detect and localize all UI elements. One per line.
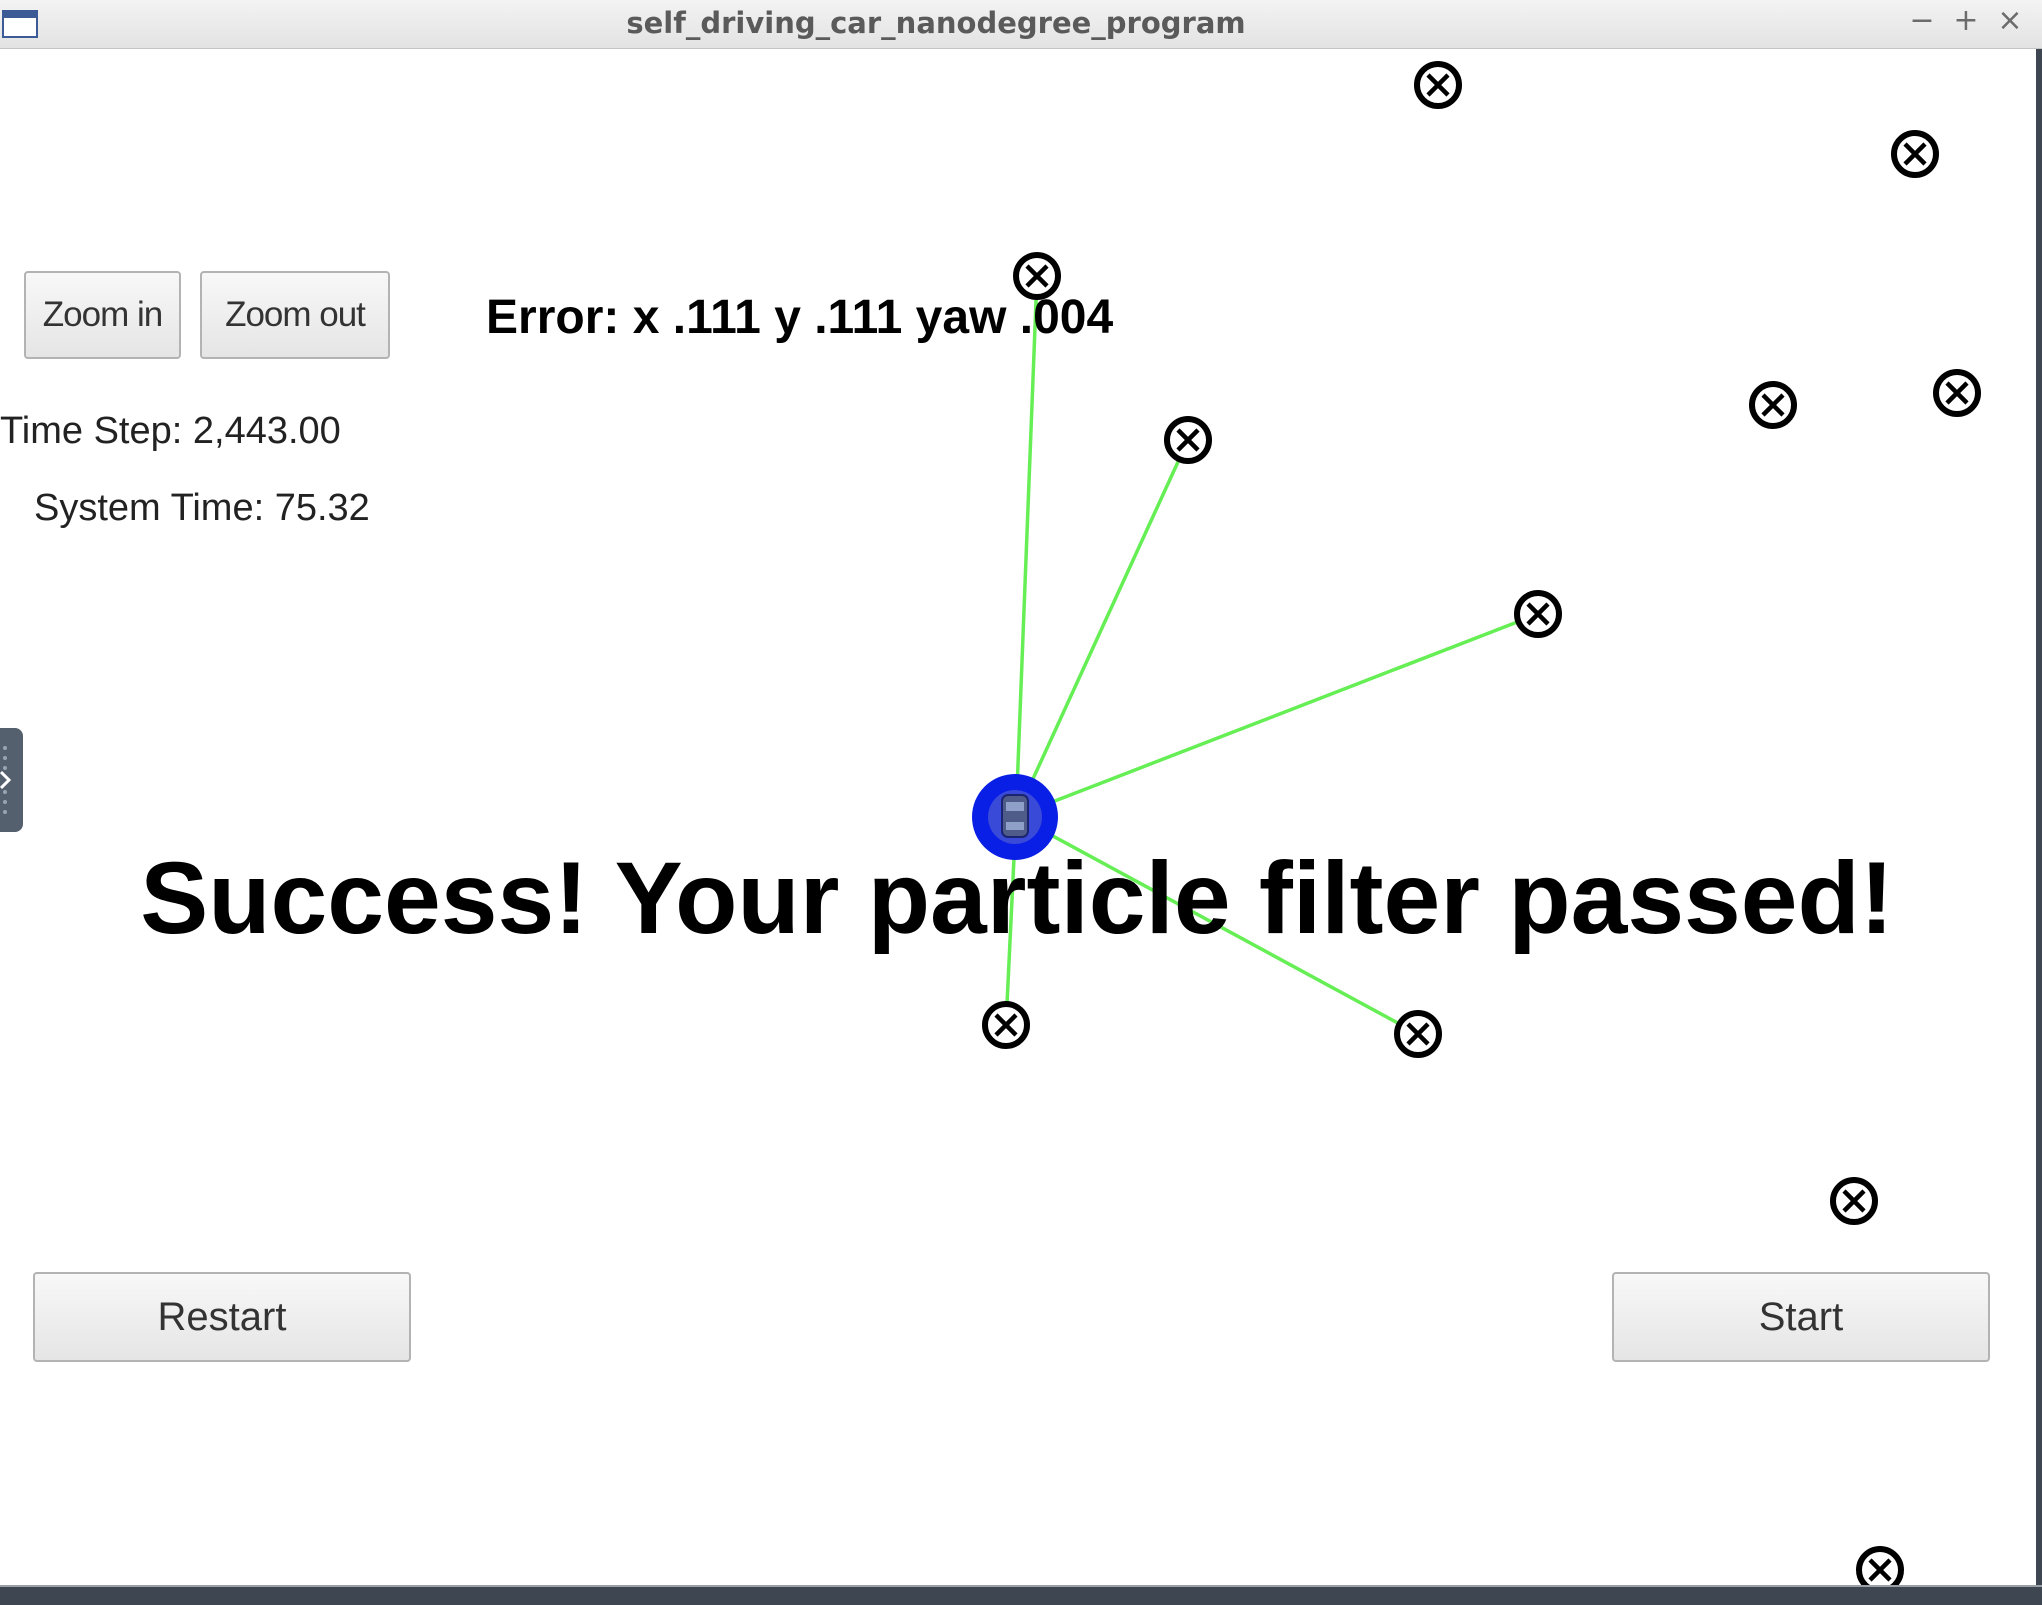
landmark-icon [1891,130,1939,178]
restart-button[interactable]: Restart [33,1272,411,1362]
landmark-icon [982,1001,1030,1049]
minimize-button[interactable]: − [1902,0,1942,44]
system-time-readout: System Time: 75.32 [34,487,370,529]
success-message: Success! Your particle filter passed! [140,841,1894,955]
title-bar: self_driving_car_nanodegree_program − + … [0,0,2042,49]
zoom-in-button[interactable]: Zoom in [24,271,181,359]
time-step-readout: Time Step: 2,443.00 [0,410,341,452]
landmark-icon [1856,1546,1904,1585]
taskbar-strip [0,1585,2042,1605]
close-button[interactable]: × [1990,0,2030,44]
landmark-icon [1933,369,1981,417]
observation-line [1014,274,1039,818]
maximize-button[interactable]: + [1946,0,1986,44]
car-icon [1001,794,1029,838]
window-border [2036,49,2042,1585]
side-panel-handle[interactable] [0,728,23,832]
landmark-icon [1749,381,1797,429]
landmark-icon [1514,590,1562,638]
landmark-icon [1164,416,1212,464]
landmark-icon [1830,1177,1878,1225]
landmark-icon [1414,61,1462,109]
window-title: self_driving_car_nanodegree_program [626,6,1246,40]
error-readout: Error: x .111 y .111 yaw .004 [486,291,1114,344]
zoom-out-button[interactable]: Zoom out [200,271,390,359]
landmark-icon [1394,1010,1442,1058]
start-button[interactable]: Start [1612,1272,1990,1362]
